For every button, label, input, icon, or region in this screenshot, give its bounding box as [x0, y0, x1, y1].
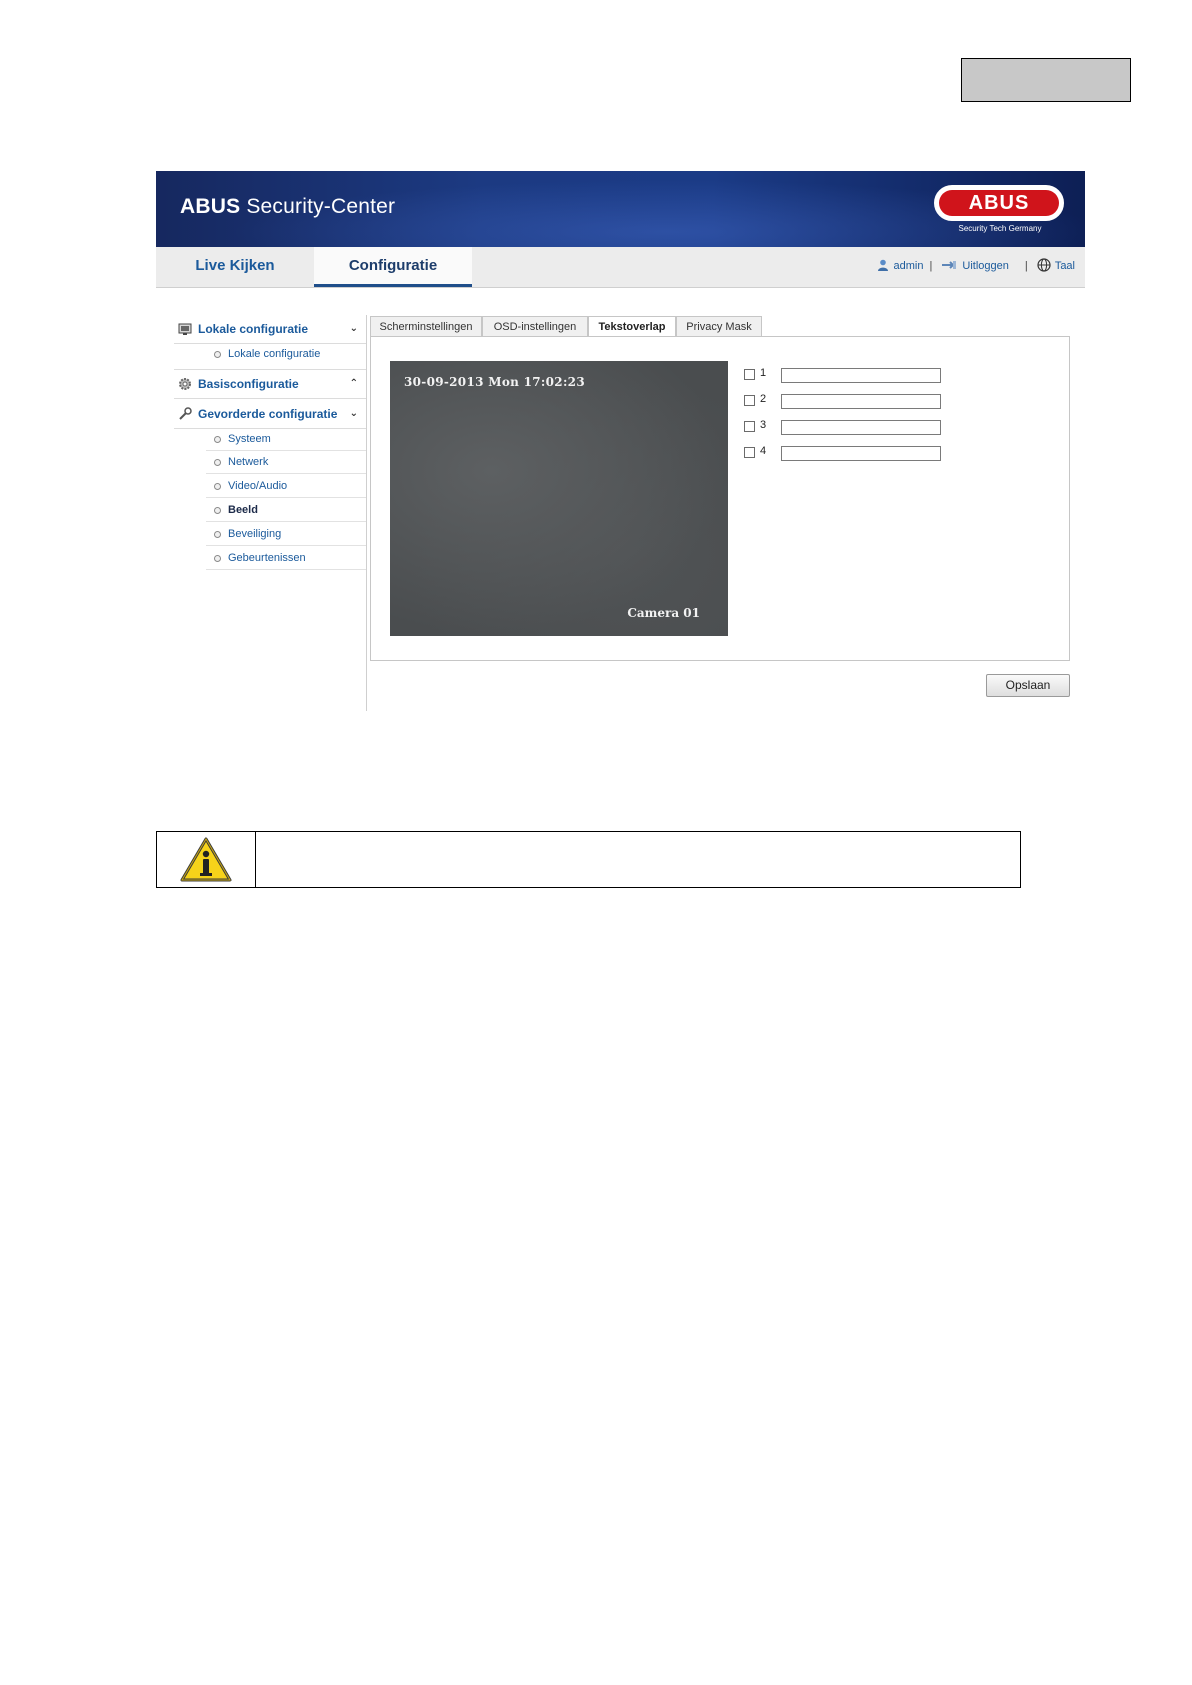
overlay-text-input[interactable] [781, 446, 941, 461]
chevron-down-icon: ⌄ [349, 323, 358, 334]
sidebar-item-netwerk[interactable]: Netwerk [206, 451, 366, 474]
overlay-checkbox[interactable] [744, 447, 755, 458]
tab-osd-instellingen[interactable]: OSD-instellingen [482, 316, 588, 337]
bullet-icon [214, 507, 221, 514]
sidebar-section-label: Basisconfiguratie [198, 377, 299, 391]
globe-icon [1037, 258, 1051, 272]
abus-logo: ABUS [934, 185, 1064, 221]
bullet-icon [214, 436, 221, 443]
tab-scherminstellingen[interactable]: Scherminstellingen [370, 316, 482, 337]
wrench-icon [179, 407, 192, 420]
logout-icon [942, 261, 957, 269]
sidebar-item-gebeurtenissen[interactable]: Gebeurtenissen [206, 547, 366, 570]
overlay-text-input[interactable] [781, 420, 941, 435]
header-corner-box [961, 58, 1131, 102]
local-config-icon [178, 323, 192, 335]
info-divider [255, 832, 256, 887]
sidebar-section-gevorderd[interactable]: Gevorderde configuratie ⌄ [174, 400, 366, 429]
overlay-text-input[interactable] [781, 368, 941, 383]
overlay-checkbox[interactable] [744, 421, 755, 432]
sidebar-item-lokale-configuratie[interactable]: Lokale configuratie [206, 343, 366, 365]
user-bar: admin | Uitloggen | Taal [877, 247, 1075, 287]
bullet-icon [214, 459, 221, 466]
security-center-window: ABUS Security-Center ABUS Security Tech … [156, 171, 1085, 711]
chevron-up-icon: ⌃ [349, 378, 358, 389]
separator: | [929, 260, 933, 272]
sidebar-item-systeem[interactable]: Systeem [206, 428, 366, 451]
main-nav: Live Kijken Configuratie admin | Uitlogge… [156, 247, 1085, 288]
overlay-text-input[interactable] [781, 394, 941, 409]
overlay-number: 4 [760, 445, 767, 457]
bullet-icon [214, 531, 221, 538]
user-icon [877, 259, 888, 271]
overlay-row: 1 [744, 366, 944, 384]
sidebar-item-beeld[interactable]: Beeld [206, 499, 366, 522]
warning-info-icon [180, 837, 232, 882]
tab-privacy-mask[interactable]: Privacy Mask [676, 316, 762, 337]
save-button[interactable]: Opslaan [986, 674, 1070, 697]
logout-link[interactable]: Uitloggen [962, 260, 1008, 272]
sidebar-section-label: Gevorderde configuratie [198, 407, 338, 421]
sidebar-item-video-audio[interactable]: Video/Audio [206, 475, 366, 498]
overlay-row: 2 [744, 392, 944, 410]
overlay-row: 3 [744, 418, 944, 436]
gear-icon [179, 378, 191, 390]
config-sidebar: Lokale configuratie ⌄ Lokale configurati… [174, 315, 367, 711]
overlay-number: 3 [760, 419, 767, 431]
info-note-box [156, 831, 1021, 888]
bullet-icon [214, 351, 221, 358]
tab-live-kijken[interactable]: Live Kijken [156, 247, 314, 287]
logo-tagline: Security Tech Germany [958, 224, 1042, 233]
text-overlay-panel: 30-09-2013 Mon 17:02:23 Camera 01 1 2 3 … [370, 336, 1070, 661]
sidebar-section-lokale[interactable]: Lokale configuratie ⌄ [174, 315, 366, 344]
chevron-down-icon: ⌄ [349, 408, 358, 419]
date-overlay: 30-09-2013 Mon 17:02:23 [404, 375, 585, 389]
abus-logo-text: ABUS [939, 190, 1059, 216]
separator: | [1024, 260, 1028, 272]
language-link[interactable]: Taal [1055, 260, 1075, 272]
camera-preview: 30-09-2013 Mon 17:02:23 Camera 01 [390, 361, 728, 636]
app-title: ABUS Security-Center [180, 195, 396, 218]
bullet-icon [214, 483, 221, 490]
overlay-number: 1 [760, 367, 767, 379]
user-name[interactable]: admin [894, 260, 924, 272]
overlay-number: 2 [760, 393, 767, 405]
overlay-checkbox[interactable] [744, 395, 755, 406]
overlay-row: 4 [744, 444, 944, 462]
camera-name-overlay: Camera 01 [627, 606, 700, 620]
tab-configuratie[interactable]: Configuratie [314, 247, 472, 287]
bullet-icon [214, 555, 221, 562]
sidebar-item-beveiliging[interactable]: Beveiliging [206, 523, 366, 546]
sidebar-section-label: Lokale configuratie [198, 322, 309, 336]
app-banner: ABUS Security-Center ABUS Security Tech … [156, 171, 1085, 247]
sidebar-section-basis[interactable]: Basisconfiguratie ⌃ [174, 369, 366, 399]
tab-tekstoverlap[interactable]: Tekstoverlap [588, 316, 676, 337]
overlay-checkbox[interactable] [744, 369, 755, 380]
